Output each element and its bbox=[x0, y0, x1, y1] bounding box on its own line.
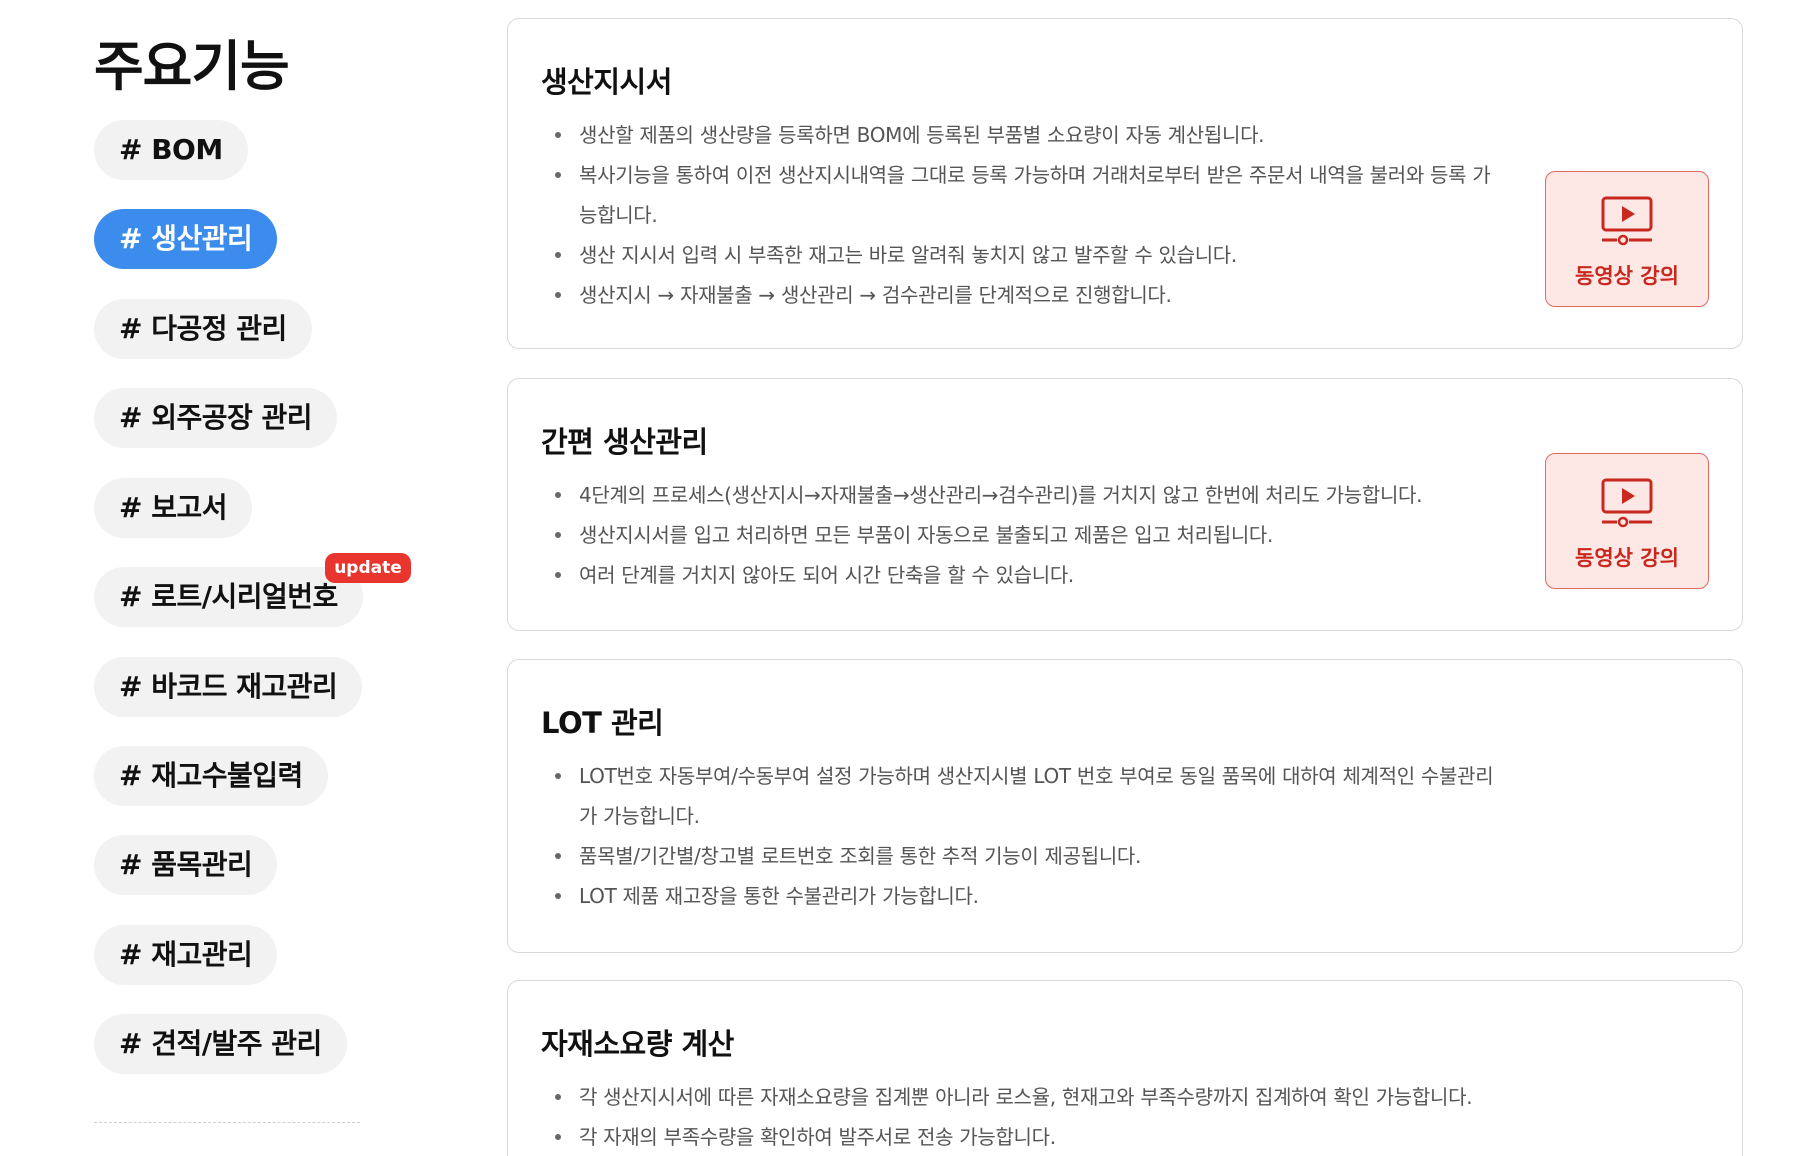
tag-label: # 견적/발주 관리 bbox=[119, 1027, 322, 1060]
feature-card-production-order: 생산지시서 생산할 제품의 생산량을 등록하면 BOM에 등록된 부품별 소요량… bbox=[507, 18, 1743, 349]
video-lecture-button[interactable]: 동영상 강의 bbox=[1545, 453, 1709, 589]
list-item: 생산지시서를 입고 처리하면 모든 부품이 자동으로 불출되고 제품은 입고 처… bbox=[541, 515, 1501, 555]
tag-bom[interactable]: # BOM bbox=[94, 120, 248, 180]
tag-outsourcing-factory[interactable]: # 외주공장 관리 bbox=[94, 388, 338, 448]
feature-list: 생산할 제품의 생산량을 등록하면 BOM에 등록된 부품별 소요량이 자동 계… bbox=[541, 115, 1501, 315]
list-item: 각 자재의 부족수량을 확인하여 발주서로 전송 가능합니다. bbox=[541, 1117, 1501, 1156]
feature-list: 각 생산지시서에 따른 자재소요량을 집계뿐 아니라 로스율, 현재고와 부족수… bbox=[541, 1077, 1501, 1156]
list-item: LOT번호 자동부여/수동부여 설정 가능하며 생산지시별 LOT 번호 부여로… bbox=[541, 756, 1501, 836]
card-title: 자재소요량 계산 bbox=[541, 1027, 734, 1061]
video-lecture-button[interactable]: 동영상 강의 bbox=[1545, 171, 1709, 307]
tag-label: # BOM bbox=[119, 133, 223, 166]
tag-quote-order[interactable]: # 견적/발주 관리 bbox=[94, 1014, 347, 1074]
feature-list: LOT번호 자동부여/수동부여 설정 가능하며 생산지시별 LOT 번호 부여로… bbox=[541, 756, 1501, 916]
tag-label: # 보고서 bbox=[119, 491, 228, 524]
video-play-icon bbox=[1601, 478, 1653, 528]
sidebar-divider bbox=[94, 1122, 360, 1123]
list-item: 여러 단계를 거치지 않아도 되어 시간 단축을 할 수 있습니다. bbox=[541, 555, 1501, 595]
tag-label: # 바코드 재고관리 bbox=[119, 670, 338, 703]
card-title: LOT 관리 bbox=[541, 706, 664, 740]
update-badge: update bbox=[325, 553, 411, 583]
card-title: 간편 생산관리 bbox=[541, 425, 708, 459]
list-item: 생산할 제품의 생산량을 등록하면 BOM에 등록된 부품별 소요량이 자동 계… bbox=[541, 115, 1501, 155]
video-lecture-label: 동영상 강의 bbox=[1575, 264, 1679, 288]
tag-item-management[interactable]: # 품목관리 bbox=[94, 835, 278, 895]
video-play-icon bbox=[1601, 196, 1653, 246]
tag-production-management[interactable]: # 생산관리 bbox=[94, 209, 278, 269]
video-lecture-label: 동영상 강의 bbox=[1575, 546, 1679, 570]
list-item: 품목별/기간별/창고별 로트번호 조회를 통한 추적 기능이 제공됩니다. bbox=[541, 836, 1501, 876]
feature-card-simple-production: 간편 생산관리 4단계의 프로세스(생산지시→자재불출→생산관리→검수관리)를 … bbox=[507, 378, 1743, 631]
list-item: 생산 지시서 입력 시 부족한 재고는 바로 알려줘 놓치지 않고 발주할 수 … bbox=[541, 235, 1501, 275]
tag-label: # 품목관리 bbox=[119, 848, 253, 881]
list-item: 복사기능을 통하여 이전 생산지시내역을 그대로 등록 가능하며 거래처로부터 … bbox=[541, 155, 1501, 235]
tag-barcode-inventory[interactable]: # 바코드 재고관리 bbox=[94, 657, 363, 717]
list-item: 각 생산지시서에 따른 자재소요량을 집계뿐 아니라 로스율, 현재고와 부족수… bbox=[541, 1077, 1501, 1117]
tag-label: # 재고관리 bbox=[119, 938, 253, 971]
tag-inventory-management[interactable]: # 재고관리 bbox=[94, 925, 278, 985]
tag-label: # 다공정 관리 bbox=[119, 312, 287, 345]
tag-multi-process[interactable]: # 다공정 관리 bbox=[94, 299, 312, 359]
list-item: 4단계의 프로세스(생산지시→자재불출→생산관리→검수관리)를 거치지 않고 한… bbox=[541, 475, 1501, 515]
tag-label: # 로트/시리얼번호 bbox=[119, 580, 338, 613]
feature-card-material-requirement: 자재소요량 계산 각 생산지시서에 따른 자재소요량을 집계뿐 아니라 로스율,… bbox=[507, 980, 1743, 1156]
list-item: LOT 제품 재고장을 통한 수불관리가 가능합니다. bbox=[541, 876, 1501, 916]
feature-card-lot-management: LOT 관리 LOT번호 자동부여/수동부여 설정 가능하며 생산지시별 LOT… bbox=[507, 659, 1743, 953]
tag-lot-serial[interactable]: # 로트/시리얼번호 update bbox=[94, 553, 411, 627]
tag-label: # 재고수불입력 bbox=[119, 759, 303, 792]
sidebar-title: 주요기능 bbox=[94, 35, 290, 98]
list-item: 생산지시 → 자재불출 → 생산관리 → 검수관리를 단계적으로 진행합니다. bbox=[541, 275, 1501, 315]
tag-label: # 외주공장 관리 bbox=[119, 401, 313, 434]
tag-report[interactable]: # 보고서 bbox=[94, 478, 252, 538]
feature-list: 4단계의 프로세스(생산지시→자재불출→생산관리→검수관리)를 거치지 않고 한… bbox=[541, 475, 1501, 595]
tag-label: # 생산관리 bbox=[119, 222, 253, 255]
tag-inventory-io[interactable]: # 재고수불입력 bbox=[94, 746, 328, 806]
page: 주요기능 # BOM # 생산관리 # 다공정 관리 # 외주공장 관리 # 보… bbox=[0, 0, 1806, 1156]
card-title: 생산지시서 bbox=[541, 65, 672, 99]
